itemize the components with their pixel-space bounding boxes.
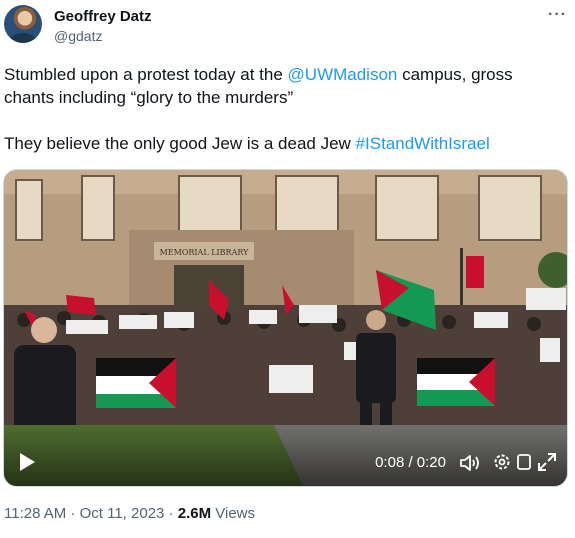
tweet-date[interactable]: Oct 11, 2023 xyxy=(80,505,165,522)
separator: · xyxy=(164,505,178,522)
tweet-text: Stumbled upon a protest today at the @UW… xyxy=(4,63,564,155)
tweet-line-1: Stumbled upon a protest today at the @UW… xyxy=(4,63,564,86)
closed-captions-icon[interactable] xyxy=(517,452,531,472)
video-player[interactable]: MEMORIAL LIBRARY 0:08 / 0:20 xyxy=(3,169,568,487)
separator: · xyxy=(66,505,80,522)
video-timestamp: 0:08 / 0:20 xyxy=(375,454,446,471)
author-display-name[interactable]: Geoffrey Datz xyxy=(54,8,152,25)
tweet-text-segment: They believe the only good Jew is a dead… xyxy=(4,134,356,153)
tweet-metadata: 11:28 AM · Oct 11, 2023 · 2.6M Views xyxy=(4,505,255,522)
author-avatar[interactable] xyxy=(4,5,42,43)
tweet-line-3: They believe the only good Jew is a dead… xyxy=(4,132,564,155)
tweet-line-2: chants including “glory to the murders” xyxy=(4,88,294,107)
building-sign: MEMORIAL LIBRARY xyxy=(160,248,250,257)
author-handle[interactable]: @gdatz xyxy=(54,28,102,44)
tweet-text-segment: Stumbled upon a protest today at the xyxy=(4,65,288,84)
fullscreen-icon[interactable] xyxy=(537,452,557,472)
more-options-button[interactable]: ··· xyxy=(548,6,567,24)
video-controls: 0:08 / 0:20 xyxy=(4,440,567,486)
hashtag-link[interactable]: #IStandWithIsrael xyxy=(356,134,490,153)
play-icon[interactable] xyxy=(18,452,36,472)
settings-icon[interactable] xyxy=(492,452,512,472)
views-count: 2.6M xyxy=(177,505,212,522)
tweet-time[interactable]: 11:28 AM xyxy=(4,505,66,522)
mention-link[interactable]: @UWMadison xyxy=(288,65,398,84)
tweet-text-segment: campus, gross xyxy=(397,65,513,84)
views-label: Views xyxy=(211,505,256,522)
volume-icon[interactable] xyxy=(459,453,481,473)
